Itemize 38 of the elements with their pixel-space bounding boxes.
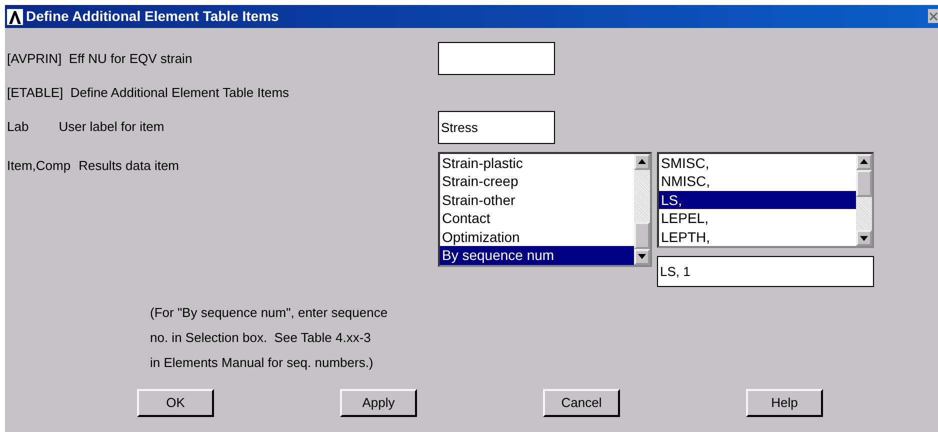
section-label: [ETABLE] Define Additional Element Table Items — [6, 84, 290, 102]
up-arrow-icon — [860, 159, 868, 164]
list-item[interactable]: SMISC, — [659, 154, 856, 172]
list-item[interactable]: LEPEL, — [659, 209, 856, 228]
list-item[interactable]: NMISC, — [659, 172, 856, 190]
dialog-button[interactable]: Help — [746, 389, 823, 417]
scrollbar[interactable] — [856, 154, 872, 246]
list-item[interactable]: Strain-creep — [440, 172, 634, 190]
down-arrow-icon — [860, 236, 868, 240]
list-item[interactable]: LEPTH, — [659, 228, 856, 246]
dialog-button[interactable]: Apply — [340, 389, 417, 417]
scrollbar[interactable] — [634, 154, 650, 264]
field-label: User label for item — [58, 118, 164, 136]
note-text: no. in Selection box. See Table 4.xx-3 — [149, 329, 372, 347]
list-item[interactable]: Strain-plastic — [440, 154, 634, 172]
list-item[interactable]: By sequence num — [440, 246, 634, 264]
note-text: in Elements Manual for seq. numbers.) — [149, 354, 374, 372]
list-item[interactable]: Contact — [440, 209, 634, 228]
field-label: [AVPRIN] Eff NU for EQV strain — [6, 50, 194, 68]
field-key: Item,Comp — [7, 156, 71, 175]
down-arrow-icon — [638, 254, 646, 259]
list-item[interactable]: LS, — [659, 190, 856, 209]
window-title: Define Additional Element Table Items — [26, 7, 279, 26]
logo-icon — [7, 8, 23, 24]
field-key: Lab — [7, 117, 29, 137]
input-field[interactable]: Stress — [438, 110, 555, 144]
scrollbar-thumb[interactable] — [856, 170, 872, 196]
list-item[interactable]: Strain-other — [440, 190, 634, 209]
input-field[interactable] — [438, 42, 555, 75]
note-text: (For "By sequence num", enter sequence — [149, 304, 389, 322]
field-label: Results data item — [78, 156, 180, 174]
dialog-button[interactable]: OK — [137, 389, 214, 417]
selection-field[interactable]: LS, 1 — [657, 256, 874, 287]
dialog-button[interactable]: Cancel — [543, 389, 620, 417]
up-arrow-icon — [638, 159, 646, 164]
close-icon[interactable] — [928, 9, 938, 23]
scrollbar-thumb[interactable] — [634, 222, 650, 248]
list-item[interactable]: Optimization — [440, 228, 634, 246]
